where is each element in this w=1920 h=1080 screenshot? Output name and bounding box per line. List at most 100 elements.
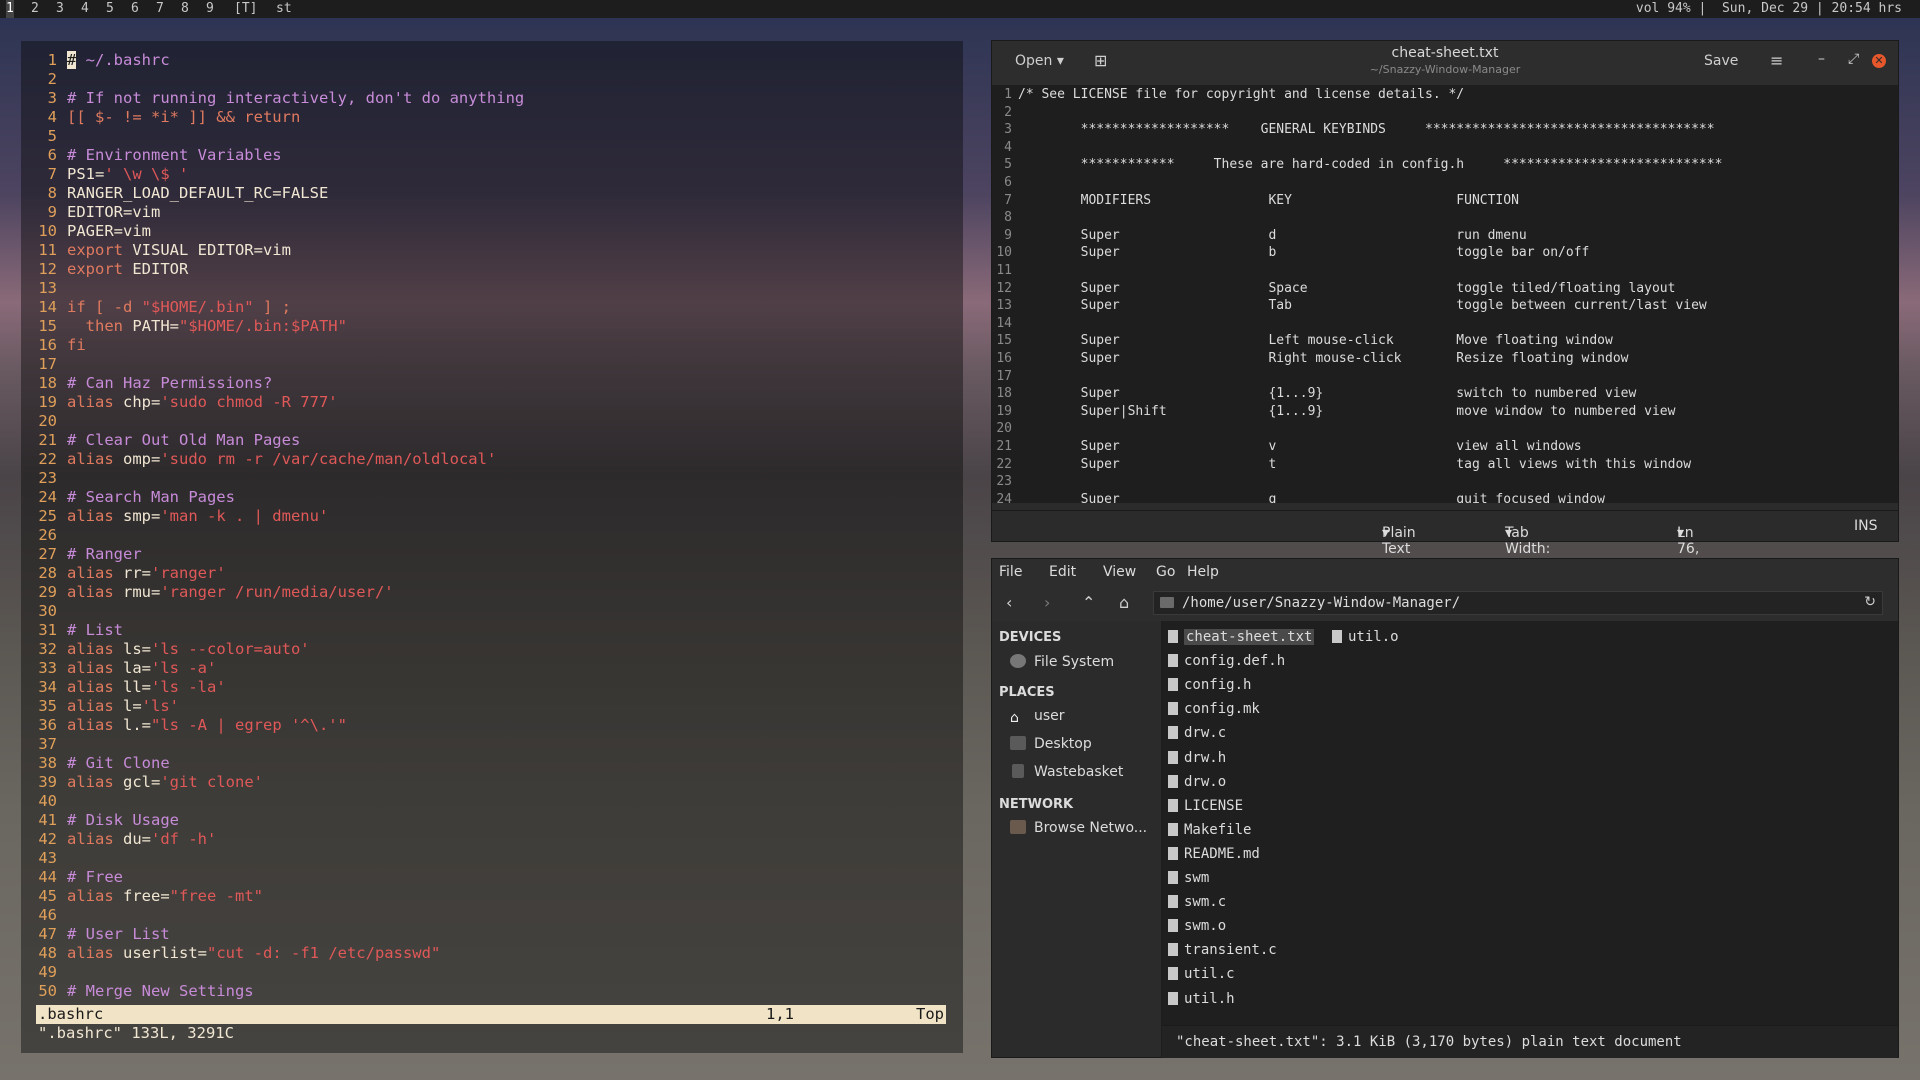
menu-edit[interactable]: Edit [1049,564,1076,580]
file-item[interactable]: transient.c [1168,940,1277,960]
up-icon[interactable]: ⌃ [1082,593,1095,612]
close-icon[interactable]: ✕ [1872,54,1886,68]
vim-line[interactable]: 30 [21,602,961,621]
file-list[interactable]: cheat-sheet.txt config.def.h config.h confi… [1162,621,1898,1025]
sidebar-item-user[interactable]: ⌂ user [1010,708,1065,726]
editor-line[interactable]: 21 Super v view all windows [992,438,1898,456]
vim-line[interactable]: 23 [21,469,961,488]
home-icon[interactable]: ⌂ [1119,593,1129,612]
file-item[interactable]: README.md [1168,844,1260,864]
editor-line[interactable]: 15 Super Left mouse-click Move floating … [992,332,1898,350]
vim-line[interactable]: 24 # Search Man Pages [21,488,961,507]
workspace-6[interactable]: 6 [131,0,139,18]
file-item[interactable]: Makefile [1168,820,1251,840]
file-item[interactable]: config.mk [1168,699,1260,719]
vim-line[interactable]: 27 # Ranger [21,545,961,564]
sidebar-item-wastebasket[interactable]: Wastebasket [1010,764,1123,780]
file-item[interactable]: swm [1168,868,1209,888]
workspace-8[interactable]: 8 [181,0,189,18]
vim-line[interactable]: 32 alias ls='ls --color=auto' [21,640,961,659]
workspace-1[interactable]: 1 [6,0,14,18]
vim-line[interactable]: 19 alias chp='sudo chmod -R 777' [21,393,961,412]
terminal-window[interactable]: 1 # ~/.bashrc 2 3 # If not running interacti… [21,41,963,1053]
vim-line[interactable]: 5 [21,127,961,146]
file-item[interactable]: swm.c [1168,892,1226,912]
vim-line[interactable]: 9 EDITOR=vim [21,203,961,222]
maximize-icon[interactable]: ⤢ [1848,51,1859,67]
vim-line[interactable]: 45 alias free="free -mt" [21,887,961,906]
sidebar-item-file-system[interactable]: File System [1010,654,1114,670]
vim-line[interactable]: 41 # Disk Usage [21,811,961,830]
vim-line[interactable]: 13 [21,279,961,298]
file-item[interactable]: util.o [1332,627,1399,647]
sidebar-item-desktop[interactable]: Desktop [1010,736,1092,752]
menu-help[interactable]: Help [1187,564,1219,580]
insert-mode-indicator[interactable]: INS [1854,518,1878,534]
vim-line[interactable]: 33 alias la='ls -a' [21,659,961,678]
vim-line[interactable]: 29 alias rmu='ranger /run/media/user/' [21,583,961,602]
menu-file[interactable]: File [999,564,1022,580]
save-button[interactable]: Save [1704,53,1738,69]
vim-line[interactable]: 12 export EDITOR [21,260,961,279]
editor-line[interactable]: 16 Super Right mouse-click Resize floati… [992,350,1898,368]
vim-line[interactable]: 26 [21,526,961,545]
editor-line[interactable]: 19 Super|Shift {1...9} move window to nu… [992,403,1898,421]
editor-line[interactable]: 4 [992,139,1898,157]
vim-line[interactable]: 48 alias userlist="cut -d: -f1 /etc/passw… [21,944,961,963]
vim-line[interactable]: 11 export VISUAL EDITOR=vim [21,241,961,260]
editor-line[interactable]: 9 Super d run dmenu [992,227,1898,245]
editor-line[interactable]: 7 MODIFIERS KEY FUNCTION [992,192,1898,210]
file-item[interactable]: cheat-sheet.txt [1168,627,1315,647]
workspace-4[interactable]: 4 [81,0,89,18]
vim-line[interactable]: 34 alias ll='ls -la' [21,678,961,697]
vim-line[interactable]: 28 alias rr='ranger' [21,564,961,583]
vim-line[interactable]: 3 # If not running interactively, don't d… [21,89,961,108]
vim-line[interactable]: 17 [21,355,961,374]
vim-line[interactable]: 38 # Git Clone [21,754,961,773]
editor-line[interactable]: 8 [992,209,1898,227]
vim-line[interactable]: 49 [21,963,961,982]
vim-line[interactable]: 20 [21,412,961,431]
file-item[interactable]: LICENSE [1168,796,1243,816]
vim-line[interactable]: 16 fi [21,336,961,355]
editor-line[interactable]: 11 [992,262,1898,280]
vim-line[interactable]: 43 [21,849,961,868]
vim-line[interactable]: 21 # Clear Out Old Man Pages [21,431,961,450]
vim-line[interactable]: 1 # ~/.bashrc [21,51,961,70]
vim-line[interactable]: 14 if [ -d "$HOME/.bin" ] ; [21,298,961,317]
vim-line[interactable]: 47 # User List [21,925,961,944]
menu-view[interactable]: View [1103,564,1136,580]
editor-line[interactable]: 3 ******************* GENERAL KEYBINDS *… [992,121,1898,139]
vim-line[interactable]: 15 then PATH="$HOME/.bin:$PATH" [21,317,961,336]
editor-line[interactable]: 6 [992,174,1898,192]
vim-line[interactable]: 40 [21,792,961,811]
vim-line[interactable]: 39 alias gcl='git clone' [21,773,961,792]
workspace-2[interactable]: 2 [31,0,39,18]
vim-line[interactable]: 7 PS1=' \w \$ ' [21,165,961,184]
editor-line[interactable]: 1 /* See LICENSE file for copyright and l… [992,86,1898,104]
editor-line[interactable]: 2 [992,104,1898,122]
vim-line[interactable]: 37 [21,735,961,754]
file-item[interactable]: drw.c [1168,723,1226,743]
vim-line[interactable]: 35 alias l='ls' [21,697,961,716]
layout-indicator[interactable]: [T] [234,0,257,18]
editor-line[interactable]: 24 Super q quit focused window [992,491,1898,503]
location-bar[interactable]: /home/user/Snazzy-Window-Manager/ ↻ [1153,591,1883,615]
file-item[interactable]: util.h [1168,989,1235,1009]
vim-line[interactable]: 4 [[ $- != *i* ]] && return [21,108,961,127]
editor-line[interactable]: 22 Super t tag all views with this windo… [992,456,1898,474]
editor-line[interactable]: 17 [992,368,1898,386]
editor-line[interactable]: 5 ************ These are hard-coded in c… [992,156,1898,174]
workspace-7[interactable]: 7 [156,0,164,18]
file-item[interactable]: config.def.h [1168,651,1285,671]
vim-line[interactable]: 22 alias omp='sudo rm -r /var/cache/man/o… [21,450,961,469]
forward-icon[interactable]: › [1044,593,1050,612]
editor-text-area[interactable]: 1 /* See LICENSE file for copyright and l… [992,85,1898,503]
reload-icon[interactable]: ↻ [1864,594,1876,610]
editor-line[interactable]: 10 Super b toggle bar on/off [992,244,1898,262]
vim-line[interactable]: 42 alias du='df -h' [21,830,961,849]
editor-line[interactable]: 20 [992,420,1898,438]
workspace-5[interactable]: 5 [106,0,114,18]
sidebar-item-browse-network[interactable]: Browse Netwo... [1010,820,1147,836]
menu-go[interactable]: Go [1156,564,1175,580]
